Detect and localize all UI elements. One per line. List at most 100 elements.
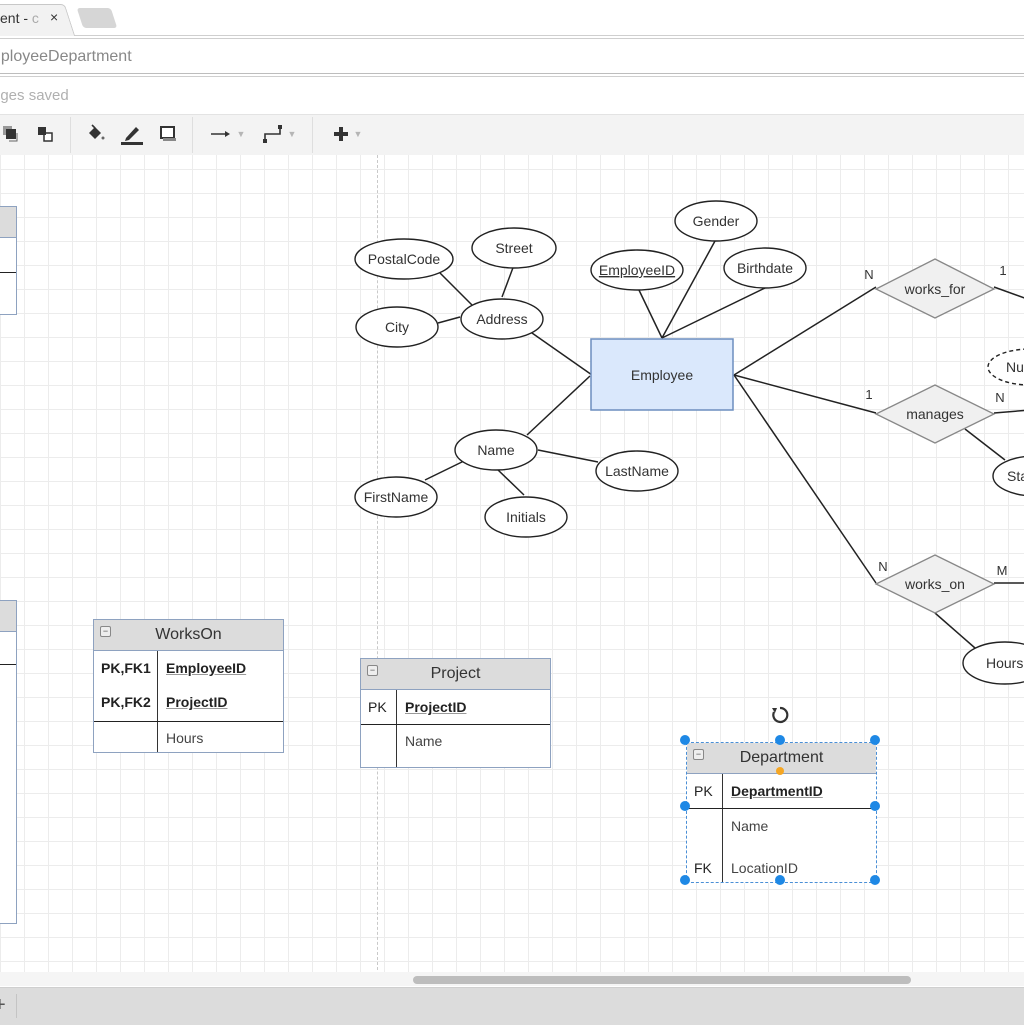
row-field: DepartmentID (731, 783, 823, 799)
label-manages: manages (906, 406, 964, 422)
resize-handle-nw[interactable] (680, 735, 690, 745)
table-row: Hours (94, 722, 283, 752)
cardinality-manages-right: N (995, 390, 1004, 405)
label-firstname: FirstName (364, 489, 429, 505)
shadow-button[interactable] (156, 121, 180, 147)
rotate-handle-icon[interactable] (770, 705, 790, 725)
to-back-button[interactable] (34, 121, 56, 147)
diagram-canvas[interactable]: PostalCode Street City Address EmployeeI… (0, 155, 1024, 980)
edge-birthdate-employee (661, 287, 766, 339)
row-key: PK,FK1 (94, 651, 158, 685)
waypoints-button[interactable]: ▼ (258, 121, 300, 147)
to-front-icon (3, 126, 18, 142)
cardinality-works-for-left: N (864, 267, 873, 282)
document-title[interactable]: nployeeDepartment (0, 48, 132, 66)
chevron-down-icon: ▼ (287, 129, 297, 139)
label-employeeid: EmployeeID (599, 262, 675, 278)
edge-manages-right (993, 409, 1024, 414)
tab-close-icon[interactable]: × (50, 9, 58, 25)
document-title-bar: nployeeDepartment (0, 38, 1024, 74)
shadow-icon (160, 126, 176, 141)
edge-manages-startdate (964, 428, 1006, 461)
row-key: PK,FK2 (94, 685, 158, 721)
toolbar: ▼ ▼ ▼ (0, 114, 1024, 156)
row-field: Name (405, 733, 443, 749)
horizontal-scrollbar[interactable] (413, 976, 911, 984)
label-employee: Employee (631, 367, 693, 383)
cardinality-works-on-left: N (878, 559, 887, 574)
row-key: PK (687, 774, 723, 808)
edge-initials-name (496, 468, 525, 496)
table-title: Project (430, 665, 481, 682)
resize-handle-se[interactable] (870, 875, 880, 885)
row-field: ProjectID (166, 694, 228, 710)
new-tab-button[interactable] (76, 8, 118, 28)
label-gender: Gender (693, 213, 740, 229)
resize-handle-s[interactable] (775, 875, 785, 885)
chevron-down-icon: ▼ (236, 129, 246, 139)
label-street: Street (495, 240, 532, 256)
edge-employee-works-on (733, 374, 877, 584)
cardinality-manages-left: 1 (865, 387, 872, 402)
label-number: Nu (1006, 359, 1024, 375)
label-initials: Initials (506, 509, 546, 525)
edge-name-employee (526, 375, 591, 436)
row-field: ProjectID (405, 699, 467, 715)
cardinality-works-on-right: M (997, 563, 1008, 578)
table-workson[interactable]: − WorksOn PK,FK1 EmployeeID PK,FK2 Proje… (93, 619, 284, 753)
collapse-icon[interactable]: − (693, 749, 704, 760)
toolbar-separator (192, 117, 193, 153)
row-key: PK (361, 690, 397, 724)
row-key (361, 725, 397, 767)
resize-handle-e[interactable] (870, 801, 880, 811)
label-works-for: works_for (904, 281, 966, 297)
table-workson-header: − WorksOn (94, 620, 283, 651)
edge-city-address (437, 316, 461, 324)
table-title: WorksOn (155, 626, 222, 643)
chevron-down-icon: ▼ (353, 129, 363, 139)
waypoints-icon (262, 125, 282, 143)
label-works-on: works_on (904, 576, 965, 592)
table-project-header: − Project (361, 659, 550, 690)
table-project[interactable]: − Project PK ProjectID Name (360, 658, 551, 768)
edge-postalcode-address (439, 272, 473, 306)
table-row: PK ProjectID (361, 690, 550, 725)
resize-handle-ne[interactable] (870, 735, 880, 745)
label-postalcode: PostalCode (368, 251, 441, 267)
page-tabs-bar: + (0, 987, 1024, 1025)
connection-arrow-icon (210, 131, 230, 137)
row-key (687, 809, 723, 845)
resize-handle-w[interactable] (680, 801, 690, 811)
connection-style-button[interactable]: ▼ (206, 121, 248, 147)
table-row: PK,FK2 ProjectID (94, 685, 283, 722)
edge-street-address (501, 264, 515, 298)
edge-lastname-name (537, 449, 599, 463)
table-row: Name (687, 809, 876, 845)
save-status: nges saved (0, 87, 69, 104)
collapse-icon[interactable]: − (100, 626, 111, 637)
table-row: PK DepartmentID (687, 774, 876, 809)
line-color-button[interactable] (118, 121, 146, 147)
table-department[interactable]: − Department PK DepartmentID Name FK Loc… (686, 742, 877, 883)
table-row: PK,FK1 EmployeeID (94, 651, 283, 685)
toolbar-separator (312, 117, 313, 153)
collapse-icon[interactable]: − (367, 665, 378, 676)
resize-handle-n[interactable] (775, 735, 785, 745)
row-key (94, 722, 158, 752)
line-color-icon (121, 127, 143, 145)
insert-button[interactable]: ▼ (326, 121, 368, 147)
tab-title-text: ent - (0, 10, 32, 26)
label-hours: Hours (986, 655, 1023, 671)
to-front-button[interactable] (0, 121, 22, 147)
browser-tab-label[interactable]: ent - c (0, 10, 39, 26)
save-status-bar: nges saved (0, 76, 1024, 114)
edge-address-employee (531, 332, 593, 376)
add-page-button[interactable]: + (0, 994, 17, 1018)
fill-color-button[interactable] (84, 121, 108, 147)
label-position-handle[interactable] (776, 767, 784, 775)
cardinality-works-for-right: 1 (999, 263, 1006, 278)
toolbar-separator (70, 117, 71, 153)
insert-plus-icon (333, 127, 348, 141)
resize-handle-sw[interactable] (680, 875, 690, 885)
row-field: Hours (166, 730, 204, 746)
